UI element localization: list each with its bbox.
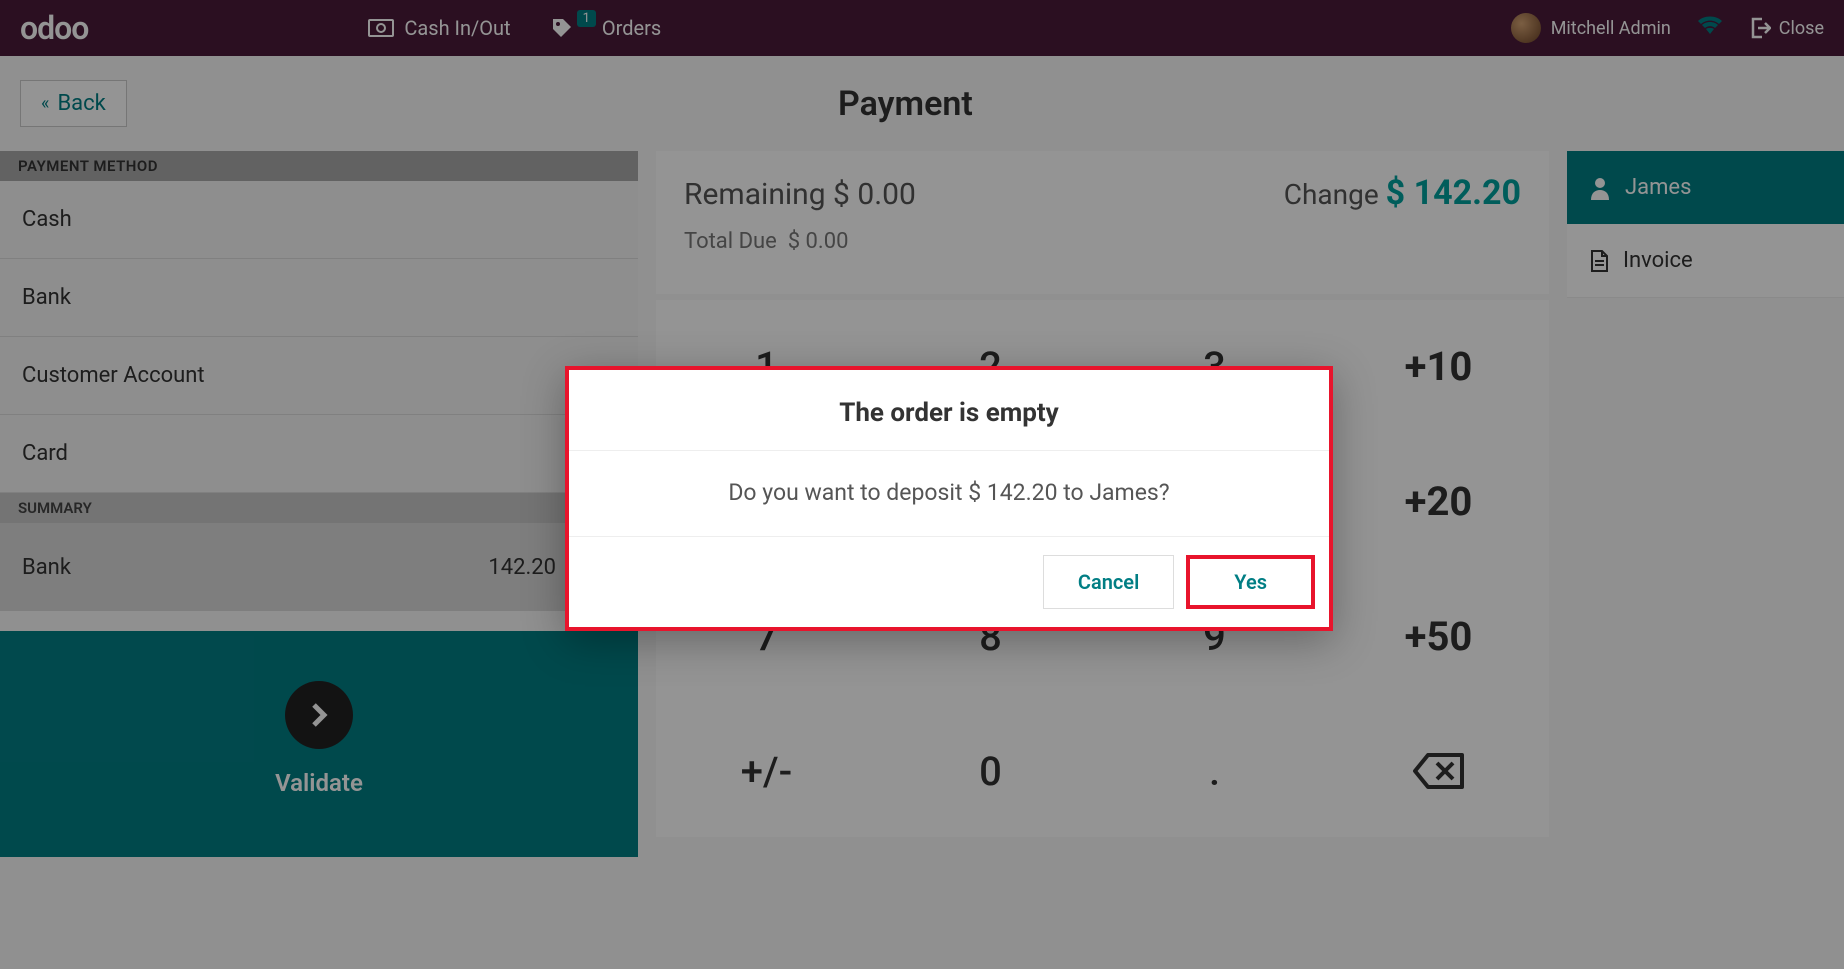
confirm-dialog: The order is empty Do you want to deposi… bbox=[565, 366, 1333, 631]
dialog-title: The order is empty bbox=[569, 370, 1329, 451]
yes-button[interactable]: Yes bbox=[1186, 555, 1315, 609]
dialog-footer: Cancel Yes bbox=[569, 537, 1329, 627]
dialog-body: Do you want to deposit $ 142.20 to James… bbox=[569, 451, 1329, 537]
cancel-button[interactable]: Cancel bbox=[1043, 555, 1174, 609]
